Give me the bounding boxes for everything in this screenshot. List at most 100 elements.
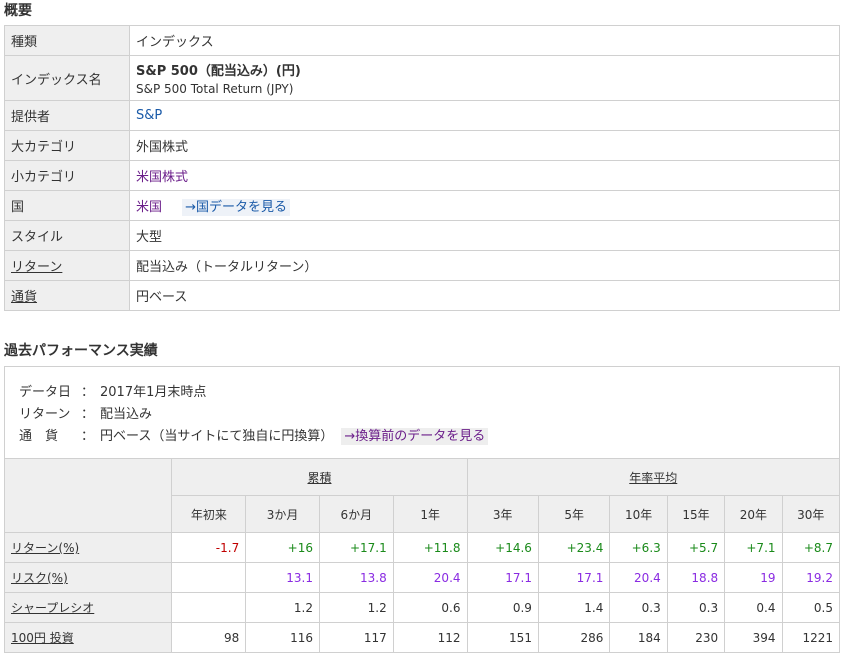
info-label: データ日 <box>19 385 72 400</box>
period-header: 30年 <box>781 495 841 533</box>
investment-row-link[interactable]: 100円 投資 <box>11 631 74 645</box>
info-value: 円ベース（当サイトにて独自に円換算） <box>100 429 334 444</box>
row-value: 米国株式 <box>129 160 840 191</box>
overview-row: 提供者 S&P <box>4 100 840 131</box>
currency-term-link[interactable]: 通貨 <box>11 290 37 305</box>
index-name-jp: S&P 500（配当込み）(円) <box>136 64 301 79</box>
risk-cell: 17.1 <box>466 562 539 593</box>
investment-cell: 116 <box>245 622 320 653</box>
row-label: シャープレシオ <box>3 592 173 623</box>
header-row-groups: 累積 年率平均 <box>3 458 841 533</box>
annualized-header: 年率平均 <box>466 458 841 496</box>
return-cell: +14.6 <box>466 532 539 563</box>
period-header: 年初来 <box>171 495 247 533</box>
table-row-sharpe: シャープレシオ 1.2 1.2 0.6 0.9 1.4 0.3 0.3 0.4 … <box>3 592 841 623</box>
return-cell: +11.8 <box>392 532 468 563</box>
risk-cell <box>171 562 247 593</box>
cumulative-link[interactable]: 累積 <box>307 471 331 485</box>
investment-cell: 286 <box>537 622 611 653</box>
period-header: 15年 <box>666 495 726 533</box>
sharpe-cell: 0.4 <box>724 592 783 623</box>
sharpe-cell: 0.6 <box>392 592 468 623</box>
info-value: 2017年1月末時点 <box>100 385 207 400</box>
return-cell: +23.4 <box>537 532 611 563</box>
overview-row: 小カテゴリ 米国株式 <box>4 160 840 191</box>
row-value: 外国株式 <box>129 130 840 161</box>
return-row-link[interactable]: リターン(%) <box>11 541 79 555</box>
country-data-link[interactable]: →国データを見る <box>182 199 291 216</box>
table-row-return: リターン(%) -1.7 +16 +17.1 +11.8 +14.6 +23.4… <box>3 532 841 563</box>
period-header: 20年 <box>724 495 783 533</box>
sharpe-cell: 0.9 <box>466 592 539 623</box>
sharpe-cell: 1.2 <box>318 592 394 623</box>
info-label: 通 貨 <box>19 429 59 444</box>
performance-heading: 過去パフォーマンス実績 <box>4 343 158 359</box>
investment-cell: 230 <box>666 622 726 653</box>
row-value: 円ベース <box>129 280 840 311</box>
table-row-investment: 100円 投資 98 116 117 112 151 286 184 230 3… <box>3 622 841 653</box>
investment-cell: 98 <box>171 622 247 653</box>
risk-cell: 20.4 <box>392 562 468 593</box>
row-key: 小カテゴリ <box>4 160 130 191</box>
table-row-risk: リスク(%) 13.1 13.8 20.4 17.1 17.1 20.4 18.… <box>3 562 841 593</box>
sharpe-cell: 1.4 <box>537 592 611 623</box>
risk-cell: 13.8 <box>318 562 394 593</box>
row-key: 国 <box>4 190 130 221</box>
investment-cell: 112 <box>392 622 468 653</box>
risk-cell: 19.2 <box>781 562 841 593</box>
period-header: 10年 <box>609 495 668 533</box>
info-sep: ： <box>81 407 95 422</box>
row-value: S&P 500（配当込み）(円) S&P 500 Total Return (J… <box>129 55 840 101</box>
row-key: インデックス名 <box>4 55 130 101</box>
row-value: 配当込み（トータルリターン） <box>129 250 840 281</box>
info-sep: ： <box>81 385 95 400</box>
risk-row-link[interactable]: リスク(%) <box>11 571 68 585</box>
cumulative-header: 累積 <box>171 458 468 496</box>
overview-table: 種類 インデックス インデックス名 S&P 500（配当込み）(円) S&P 5… <box>4 25 840 311</box>
row-key: 通貨 <box>4 280 130 311</box>
row-key: 大カテゴリ <box>4 130 130 161</box>
overview-row: インデックス名 S&P 500（配当込み）(円) S&P 500 Total R… <box>4 55 840 101</box>
row-label: リスク(%) <box>3 562 173 593</box>
info-sep: ： <box>81 429 95 444</box>
investment-cell: 151 <box>466 622 539 653</box>
info-row: 通 貨 ： 円ベース（当サイトにて独自に円換算） →換算前のデータを見る <box>19 425 489 445</box>
index-name-en: S&P 500 Total Return (JPY) <box>136 82 294 96</box>
row-label: 100円 投資 <box>3 622 173 653</box>
row-key: 提供者 <box>4 100 130 131</box>
subcategory-link[interactable]: 米国株式 <box>136 170 188 185</box>
overview-row: 国 米国 →国データを見る <box>4 190 840 221</box>
row-value: インデックス <box>129 25 840 56</box>
sharpe-cell: 1.2 <box>245 592 320 623</box>
investment-cell: 394 <box>724 622 783 653</box>
period-header: 3年 <box>466 495 539 533</box>
overview-row: 通貨 円ベース <box>4 280 840 311</box>
investment-cell: 184 <box>609 622 668 653</box>
overview-row: 大カテゴリ 外国株式 <box>4 130 840 161</box>
sharpe-row-link[interactable]: シャープレシオ <box>11 601 94 615</box>
investment-cell: 1221 <box>781 622 841 653</box>
risk-cell: 17.1 <box>537 562 611 593</box>
period-header: 5年 <box>537 495 611 533</box>
return-term-link[interactable]: リターン <box>11 260 62 275</box>
provider-link[interactable]: S&P <box>136 108 162 123</box>
row-label: リターン(%) <box>3 532 173 563</box>
sharpe-cell: 0.3 <box>609 592 668 623</box>
period-header: 3か月 <box>245 495 320 533</box>
return-cell: +17.1 <box>318 532 394 563</box>
pre-conversion-data-link[interactable]: →換算前のデータを見る <box>341 428 489 445</box>
row-value: S&P <box>129 100 840 131</box>
annualized-link[interactable]: 年率平均 <box>629 471 677 485</box>
investment-cell: 117 <box>318 622 394 653</box>
info-label: リターン <box>19 407 71 422</box>
risk-cell: 20.4 <box>609 562 668 593</box>
overview-row: スタイル 大型 <box>4 220 840 251</box>
risk-cell: 13.1 <box>245 562 320 593</box>
sharpe-cell <box>171 592 247 623</box>
row-value: 米国 →国データを見る <box>129 190 840 221</box>
info-row: データ日 ： 2017年1月末時点 <box>19 381 206 400</box>
row-key: 種類 <box>4 25 130 56</box>
country-link[interactable]: 米国 <box>136 200 162 215</box>
return-cell: +8.7 <box>781 532 841 563</box>
return-cell: +5.7 <box>666 532 726 563</box>
